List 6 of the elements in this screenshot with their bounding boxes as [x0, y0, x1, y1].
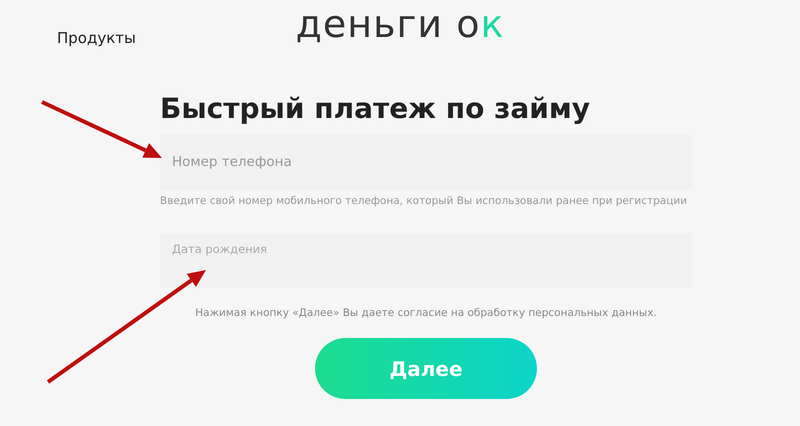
nav-link[interactable]: Продукты — [57, 27, 136, 50]
input-field[interactable]: Номер телефона — [160, 134, 692, 190]
logo[interactable]: деньги ок — [296, 2, 504, 46]
field-hint: Введите свой номер мобильного телефона, который Вы использовали ранее при регистрации — [160, 194, 688, 209]
page-title: Быстрый платеж по займу — [160, 92, 592, 126]
consent-text: Нажимая кнопку «Далее» Вы даете согласие на обработку персональных данных. — [194, 306, 658, 322]
